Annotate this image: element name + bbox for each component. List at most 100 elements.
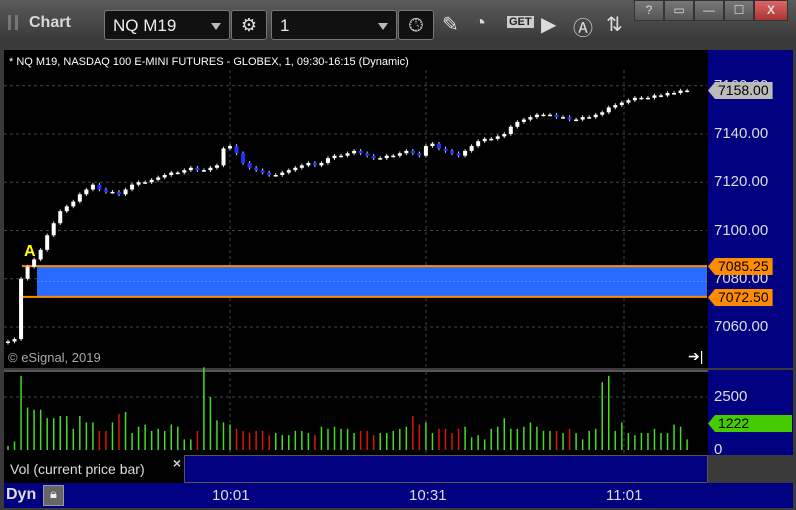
candle-body <box>286 170 291 173</box>
candle-body <box>156 177 161 180</box>
candle-body <box>293 167 298 171</box>
candle-body <box>469 146 474 151</box>
candle-body <box>476 141 481 147</box>
candle-body <box>580 117 585 120</box>
candle-body <box>378 158 383 160</box>
candle-body <box>593 114 598 118</box>
candle-body <box>639 97 644 100</box>
close-icon[interactable]: × <box>173 455 181 471</box>
candle-body <box>404 150 409 154</box>
time-label: 10:01 <box>212 487 250 504</box>
candle-body <box>110 191 115 194</box>
candle-body <box>489 138 494 141</box>
candle-body <box>273 175 278 177</box>
candle-body <box>561 117 566 119</box>
candle-body <box>247 162 252 168</box>
candle-body <box>678 90 683 93</box>
volume-label: 0 <box>714 441 723 458</box>
candle-body <box>417 153 422 156</box>
candle-body <box>38 249 43 260</box>
candle-body <box>254 167 259 171</box>
candle-body <box>554 114 559 118</box>
current-volume-tag: 1222 <box>708 415 792 432</box>
candle-body <box>12 339 17 342</box>
candle-body <box>175 172 180 175</box>
candle-body <box>195 167 200 171</box>
candle-body <box>521 119 526 122</box>
candle-body <box>450 150 455 154</box>
candle-body <box>299 165 304 168</box>
candle-body <box>508 126 513 134</box>
candle-body <box>162 175 167 178</box>
candle-body <box>495 136 500 139</box>
candle-body <box>84 189 89 195</box>
candle-body <box>45 235 50 250</box>
candle-body <box>358 150 363 154</box>
volume-legend: Vol (current price bar) × <box>4 455 184 483</box>
marker-label: A <box>24 243 36 260</box>
candle-body <box>534 114 539 118</box>
candle-body <box>201 170 206 172</box>
candle-body <box>685 90 690 93</box>
last-price-tag: 7158.00 <box>708 82 773 99</box>
candle-body <box>25 266 30 279</box>
candle-body <box>188 167 193 171</box>
candle-body <box>90 184 95 190</box>
scroll-to-end-icon[interactable]: ➔| <box>688 348 703 365</box>
time-label: 10:31 <box>409 487 447 504</box>
candle-body <box>652 95 657 98</box>
candle-body <box>456 153 461 156</box>
legend-area <box>184 455 708 483</box>
candle-body <box>423 146 428 156</box>
candle-body <box>482 138 487 142</box>
candle-body <box>182 170 187 173</box>
candle-body <box>371 155 376 159</box>
candle-body <box>436 143 441 149</box>
candle-body <box>319 162 324 166</box>
price-label: 7120.00 <box>714 173 769 190</box>
candle-body <box>241 153 246 163</box>
candle-body <box>547 114 552 117</box>
candle-body <box>306 162 311 166</box>
dynamic-mode-label: Dyn <box>6 486 37 503</box>
candle-body <box>267 172 272 176</box>
candle-body <box>123 189 128 195</box>
candle-body <box>214 165 219 168</box>
candle-body <box>619 102 624 106</box>
candle-body <box>234 146 239 154</box>
candle-body <box>149 179 154 183</box>
candle-body <box>130 184 135 190</box>
lock-clock-icon[interactable]: 🔒︎ <box>43 485 64 506</box>
candle-body <box>339 155 344 158</box>
candle-body <box>64 206 69 212</box>
candle-body <box>6 341 10 343</box>
time-axis[interactable] <box>4 483 793 508</box>
candle-body <box>410 150 415 154</box>
candle-body <box>391 155 396 158</box>
candle-body <box>352 150 357 154</box>
candle-body <box>463 150 468 156</box>
candle-body <box>208 167 213 171</box>
candle-body <box>632 97 637 101</box>
candle-body <box>143 182 148 184</box>
volume-label: 2500 <box>714 388 748 405</box>
candle-body <box>260 170 265 173</box>
copyright: © eSignal, 2019 <box>8 350 101 365</box>
candle-body <box>280 172 285 176</box>
candle-body <box>103 189 108 192</box>
candle-body <box>345 153 350 156</box>
candle-body <box>528 117 533 120</box>
candle-body <box>365 153 370 156</box>
candle-body <box>574 119 579 122</box>
price-label: 7060.00 <box>714 318 769 335</box>
chart-canvas <box>4 70 707 455</box>
band-lower-tag: 7072.50 <box>708 289 773 306</box>
candle-body <box>117 191 122 195</box>
volume-legend-text: Vol (current price bar) <box>10 461 145 477</box>
candle-body <box>567 117 572 120</box>
candle-body <box>312 162 317 166</box>
candle-body <box>665 92 670 96</box>
candle-body <box>515 121 520 127</box>
candle-body <box>430 143 435 147</box>
candle-body <box>97 184 102 190</box>
